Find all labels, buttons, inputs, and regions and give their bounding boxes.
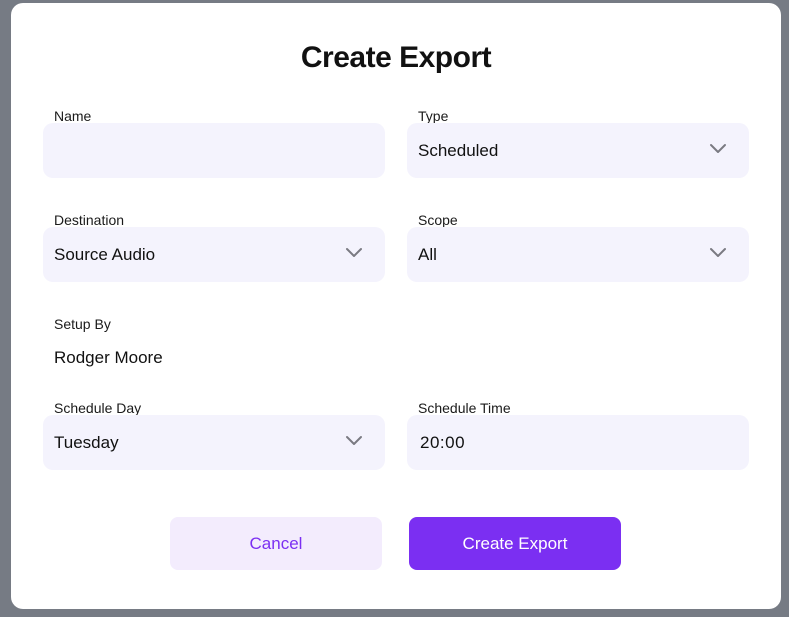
create-export-dialog: Create Export Name Type Scheduled Destin… bbox=[11, 3, 781, 609]
type-select-value: Scheduled bbox=[418, 141, 499, 160]
chevron-down-icon bbox=[710, 144, 726, 153]
destination-label: Destination bbox=[54, 212, 125, 228]
name-label: Name bbox=[54, 108, 92, 124]
dialog-title: Create Export bbox=[300, 41, 492, 74]
chevron-down-icon bbox=[710, 248, 726, 257]
scope-select-value: All bbox=[418, 245, 437, 264]
schedule-day-select-value: Tuesday bbox=[54, 433, 119, 452]
schedule-time-input-value: 20:00 bbox=[420, 433, 466, 452]
chevron-down-icon bbox=[346, 248, 362, 257]
schedule-time-label: Schedule Time bbox=[418, 400, 511, 416]
destination-select-value: Source Audio bbox=[54, 245, 156, 264]
name-input[interactable] bbox=[43, 123, 385, 178]
destination-select[interactable]: Source Audio bbox=[43, 227, 385, 282]
type-label: Type bbox=[418, 108, 449, 124]
type-select[interactable]: Scheduled bbox=[407, 123, 749, 178]
create-export-button[interactable]: Create Export bbox=[409, 517, 621, 570]
setup-by-value: Rodger Moore bbox=[54, 348, 163, 367]
scope-select[interactable]: All bbox=[407, 227, 749, 282]
schedule-day-label: Schedule Day bbox=[54, 400, 142, 416]
schedule-time-input[interactable]: 20:00 bbox=[407, 415, 749, 470]
cancel-button[interactable]: Cancel bbox=[170, 517, 382, 570]
setup-by-label: Setup By bbox=[54, 316, 111, 332]
scope-label: Scope bbox=[418, 212, 458, 228]
chevron-down-icon bbox=[346, 436, 362, 445]
schedule-day-select[interactable]: Tuesday bbox=[43, 415, 385, 470]
